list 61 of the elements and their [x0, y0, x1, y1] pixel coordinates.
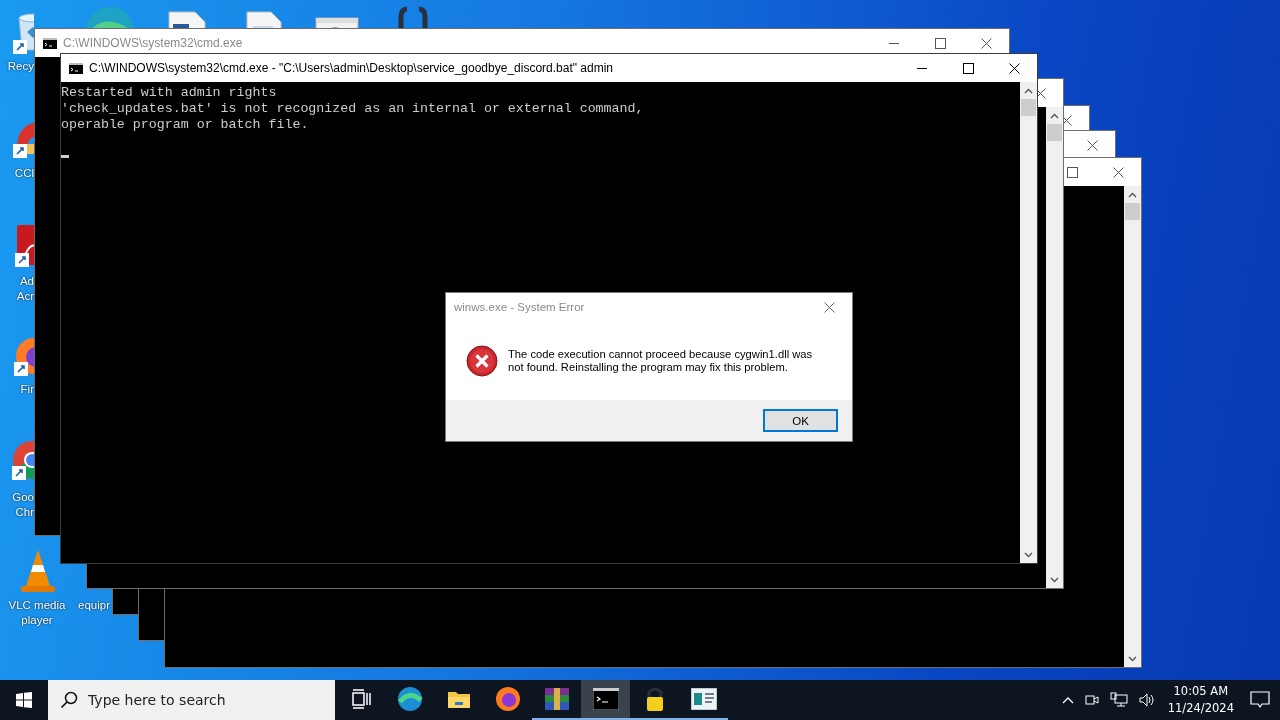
maximize-icon[interactable]	[1066, 166, 1078, 178]
error-message: The code execution cannot proceed because cygwin1.dll was not found. Reinstalling the program may fix this problem.	[508, 347, 814, 374]
windows-logo-icon	[16, 692, 32, 708]
close-icon[interactable]	[1008, 62, 1020, 74]
console-line: Restarted with admin rights	[61, 85, 277, 101]
dialog-title: winws.exe - System Error	[454, 301, 586, 313]
console-icon	[69, 62, 83, 74]
window-title: C:\WINDOWS\system32\cmd.exe	[63, 36, 244, 50]
volume-icon[interactable]	[1137, 692, 1156, 708]
scroll-thumb[interactable]	[1125, 203, 1140, 220]
ok-button[interactable]: OK	[763, 409, 838, 432]
maximize-icon[interactable]	[962, 62, 974, 74]
console-line: operable program or batch file.	[61, 117, 309, 133]
window-title: C:\WINDOWS\system32\cmd.exe - "C:\Users\admin\Desktop\service_goodbye_discord.bat" admin	[89, 61, 615, 75]
icon-label[interactable]: equipr	[78, 598, 111, 613]
padlock-icon	[644, 686, 665, 712]
error-icon	[466, 344, 498, 377]
console-line: 'check_updates.bat' is not recognized as an internal or external command,	[61, 101, 644, 117]
icon-label[interactable]: Goo Chr	[6, 490, 34, 520]
task-view-icon	[350, 689, 371, 709]
maximize-icon[interactable]	[934, 37, 946, 49]
search-field[interactable]: Type here to search	[48, 680, 335, 720]
scrollbar[interactable]	[1124, 186, 1141, 667]
document-icon[interactable]	[15, 225, 34, 267]
browser-icon	[396, 686, 423, 712]
taskbar-app-button[interactable]	[581, 680, 630, 720]
document-icon[interactable]	[245, 10, 283, 28]
scroll-up-icon[interactable]	[1050, 112, 1059, 119]
document-icon	[690, 688, 717, 710]
scroll-down-icon[interactable]	[1024, 551, 1033, 558]
scroll-down-icon[interactable]	[1050, 576, 1059, 583]
icon-label[interactable]: Recy	[6, 59, 34, 74]
scroll-down-icon[interactable]	[1128, 655, 1137, 662]
close-icon[interactable]	[980, 37, 992, 49]
scroll-thumb[interactable]	[1047, 124, 1062, 141]
icon-label[interactable]: CCl	[6, 166, 34, 181]
scrollbar[interactable]	[1046, 107, 1063, 588]
icon-label[interactable]: VLC media player	[0, 598, 74, 628]
traffic-cone-icon[interactable]	[18, 548, 58, 592]
console-icon	[43, 37, 57, 49]
scroll-up-icon[interactable]	[1128, 191, 1137, 198]
browser-icon	[494, 686, 521, 712]
close-icon[interactable]	[1086, 139, 1098, 151]
scroll-up-icon[interactable]	[1024, 87, 1033, 94]
archive-icon	[543, 686, 570, 712]
notification-icon[interactable]	[1250, 691, 1270, 709]
camera-icon[interactable]	[1083, 692, 1100, 708]
icon-label[interactable]: Fir	[6, 382, 34, 397]
document-icon[interactable]	[165, 10, 209, 28]
braces-icon[interactable]	[397, 5, 429, 28]
scroll-thumb[interactable]	[1021, 99, 1036, 116]
scrollbar[interactable]	[1020, 82, 1037, 563]
folder-icon	[446, 689, 471, 709]
search-icon	[60, 691, 78, 709]
network-icon[interactable]	[1109, 692, 1128, 708]
clock-time[interactable]: 10:05 AM	[1173, 683, 1229, 700]
chevron-up-icon[interactable]	[1061, 696, 1074, 704]
clock-date[interactable]: 11/24/2024	[1167, 700, 1234, 717]
icon-label[interactable]: Ad Acr	[6, 274, 34, 304]
close-icon[interactable]	[1112, 166, 1124, 178]
console-icon	[592, 688, 619, 710]
